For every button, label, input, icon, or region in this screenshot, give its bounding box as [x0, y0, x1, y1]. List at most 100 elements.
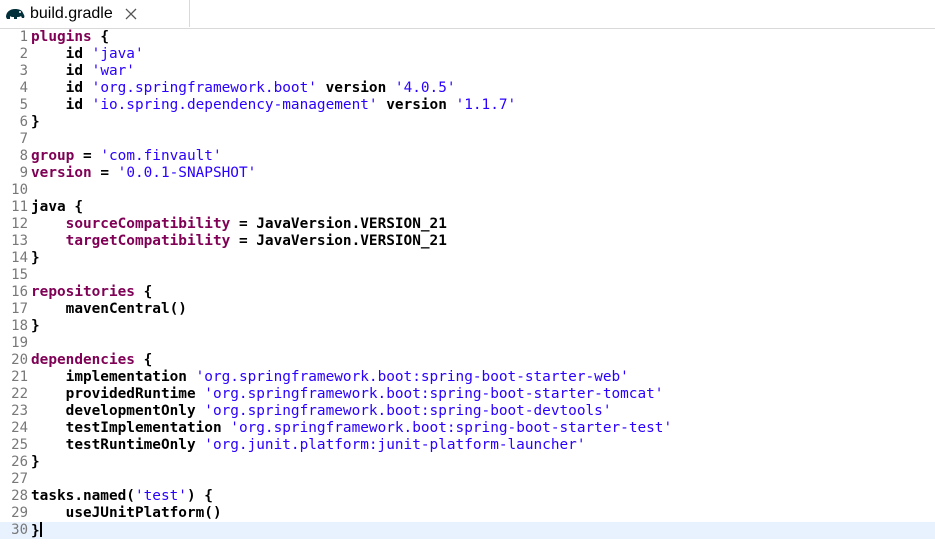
string-literal: 'io.spring.dependency-management'	[91, 97, 378, 113]
code-token: }	[31, 318, 40, 334]
code-line[interactable]: 14}	[0, 250, 935, 267]
code-line[interactable]: 2 id 'java'	[0, 46, 935, 63]
code-text: useJUnitPlatform()	[31, 505, 222, 522]
code-token: {	[91, 29, 109, 45]
code-token: providedRuntime	[31, 386, 205, 402]
line-number: 10	[11, 182, 28, 198]
code-token: {	[65, 199, 83, 215]
code-line[interactable]: 29 useJUnitPlatform()	[0, 505, 935, 522]
keyword-token: repositories	[31, 284, 135, 300]
line-number: 20	[11, 352, 28, 368]
line-number: 3	[19, 63, 28, 79]
code-text: java {	[31, 199, 83, 216]
code-line[interactable]: 20 dependencies {	[0, 352, 935, 369]
code-text: sourceCompatibility = JavaVersion.VERSIO…	[31, 216, 447, 233]
line-number: 11	[11, 199, 28, 215]
code-text: version = '0.0.1-SNAPSHOT'	[31, 165, 256, 182]
code-text: id 'war'	[31, 63, 135, 80]
code-token: version	[377, 97, 456, 113]
code-line[interactable]: 27	[0, 471, 935, 488]
line-number: 19	[11, 335, 28, 351]
line-number: 1	[19, 29, 28, 45]
code-token: {	[134, 352, 153, 368]
line-number: 12	[11, 216, 28, 232]
code-token: }	[31, 523, 40, 539]
code-text: }	[31, 114, 40, 131]
string-literal: '0.0.1-SNAPSHOT'	[117, 165, 257, 181]
line-number: 24	[11, 420, 28, 436]
line-number: 28	[11, 488, 28, 504]
code-line[interactable]: 6}	[0, 114, 935, 131]
code-text: }	[31, 250, 40, 267]
code-line[interactable]: 10	[0, 182, 935, 199]
string-literal: 'org.junit.platform:junit-platform-launc…	[204, 437, 586, 453]
code-text: testImplementation 'org.springframework.…	[31, 420, 673, 437]
code-line[interactable]: 19	[0, 335, 935, 352]
code-line[interactable]: 18}	[0, 318, 935, 335]
code-line[interactable]: 12 sourceCompatibility = JavaVersion.VER…	[0, 216, 935, 233]
code-text: testRuntimeOnly 'org.junit.platform:juni…	[31, 437, 586, 454]
code-text: providedRuntime 'org.springframework.boo…	[31, 386, 664, 403]
code-token: = JavaVersion.VERSION_21	[230, 216, 447, 232]
code-token: version	[316, 80, 395, 96]
keyword-token: version	[31, 165, 92, 181]
code-line[interactable]: 28 tasks.named('test') {	[0, 488, 935, 505]
code-token: java	[31, 199, 66, 215]
line-number: 23	[11, 403, 28, 419]
code-token: }	[31, 114, 40, 130]
line-number: 6	[19, 114, 28, 130]
code-text: repositories {	[31, 284, 152, 301]
code-line[interactable]: 25 testRuntimeOnly 'org.junit.platform:j…	[0, 437, 935, 454]
code-token: = JavaVersion.VERSION_21	[230, 233, 447, 249]
keyword-token: group	[31, 148, 75, 164]
code-token: tasks.named(	[31, 488, 135, 504]
string-literal: 'org.springframework.boot'	[91, 80, 317, 96]
code-text: targetCompatibility = JavaVersion.VERSIO…	[31, 233, 447, 250]
code-token: testImplementation	[31, 420, 231, 436]
code-line[interactable]: 7	[0, 131, 935, 148]
line-number: 13	[11, 233, 28, 249]
code-line[interactable]: 17 mavenCentral()	[0, 301, 935, 318]
code-text: dependencies {	[31, 352, 152, 369]
code-editor[interactable]: 1 plugins {2 id 'java' 3 id 'war' 4 id 'org…	[0, 29, 935, 546]
code-line[interactable]: 8 group = 'com.finvault'	[0, 148, 935, 165]
code-line[interactable]: 30}	[0, 522, 935, 539]
string-literal: 'org.springframework.boot:spring-boot-st…	[230, 420, 673, 436]
line-number: 14	[11, 250, 28, 266]
string-literal: 'org.springframework.boot:spring-boot-st…	[195, 369, 629, 385]
keyword-token: targetCompatibility	[65, 233, 231, 249]
keyword-token: plugins	[31, 29, 92, 45]
code-line[interactable]: 5 id 'io.spring.dependency-management' v…	[0, 97, 935, 114]
code-line[interactable]: 21 implementation 'org.springframework.b…	[0, 369, 935, 386]
line-number: 7	[19, 131, 28, 147]
code-token: =	[91, 165, 118, 181]
string-literal: 'org.springframework.boot:spring-boot-de…	[204, 403, 612, 419]
line-number: 8	[19, 148, 28, 164]
code-text: id 'java'	[31, 46, 144, 63]
code-line[interactable]: 13 targetCompatibility = JavaVersion.VER…	[0, 233, 935, 250]
line-number: 17	[11, 301, 28, 317]
code-line[interactable]: 11 java {	[0, 199, 935, 216]
code-line[interactable]: 4 id 'org.springframework.boot' version …	[0, 80, 935, 97]
code-token: id	[31, 97, 92, 113]
code-line[interactable]: 24 testImplementation 'org.springframewo…	[0, 420, 935, 437]
code-line[interactable]: 15	[0, 267, 935, 284]
code-text: group = 'com.finvault'	[31, 148, 222, 165]
line-number: 15	[11, 267, 28, 283]
code-line[interactable]: 22 providedRuntime 'org.springframework.…	[0, 386, 935, 403]
code-line[interactable]: 23 developmentOnly 'org.springframework.…	[0, 403, 935, 420]
code-line[interactable]: 26}	[0, 454, 935, 471]
tab-build-gradle[interactable]: build.gradle	[0, 0, 190, 27]
code-line[interactable]: 16 repositories {	[0, 284, 935, 301]
code-line[interactable]: 3 id 'war'	[0, 63, 935, 80]
line-number: 21	[11, 369, 28, 385]
line-number: 2	[19, 46, 28, 62]
code-line[interactable]: 9 version = '0.0.1-SNAPSHOT'	[0, 165, 935, 182]
editor-tab-bar: build.gradle	[0, 0, 935, 29]
close-icon[interactable]	[122, 5, 140, 23]
line-number: 5	[19, 97, 28, 113]
code-token: mavenCentral()	[31, 301, 187, 317]
code-text: mavenCentral()	[31, 301, 187, 318]
code-line[interactable]: 1 plugins {	[0, 29, 935, 46]
